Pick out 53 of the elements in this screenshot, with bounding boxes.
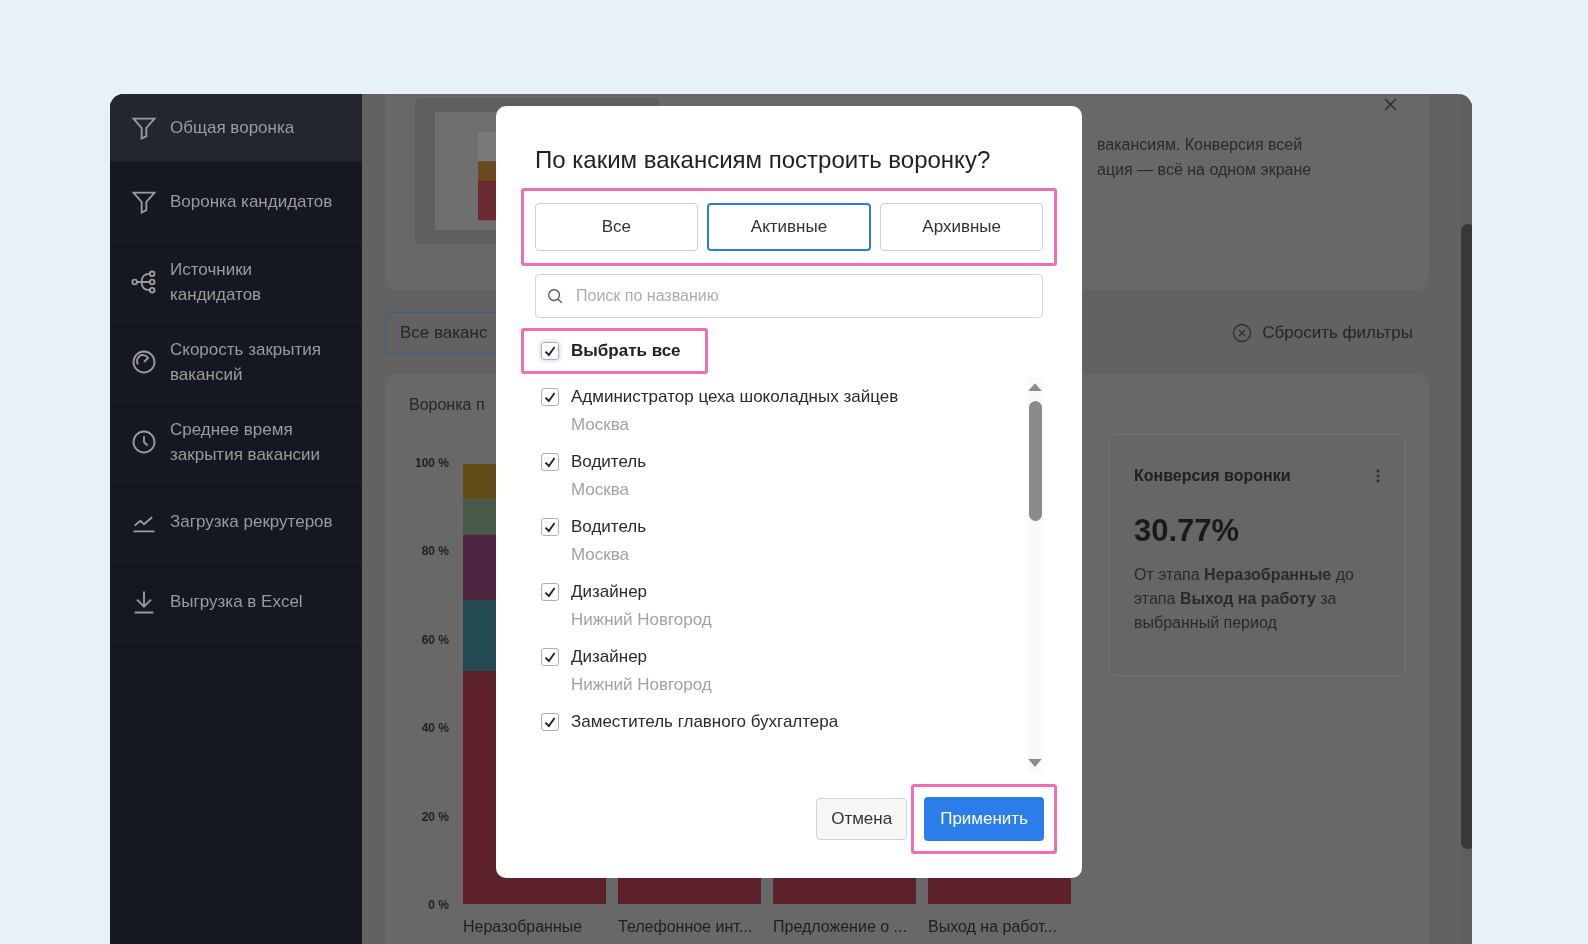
vacancy-title[interactable]: Водитель xyxy=(571,451,647,473)
checkbox[interactable] xyxy=(541,518,559,536)
sidebar-item[interactable]: Загрузка рекрутеров xyxy=(110,482,362,562)
card-title: Конверсия воронки xyxy=(1134,467,1291,485)
vacancy-title[interactable]: Администратор цеха шоколадных зайцев xyxy=(571,386,899,408)
chart-title: Воронка п xyxy=(409,396,485,415)
category-label: Выход на работ... xyxy=(928,918,1058,936)
checkbox[interactable] xyxy=(541,583,559,601)
checkbox[interactable] xyxy=(541,342,559,360)
category-label: Предложение о ... xyxy=(773,918,908,936)
sidebar-item[interactable]: Воронка кандидатов xyxy=(110,162,362,242)
conversion-value: 30.77% xyxy=(1134,513,1241,549)
checkbox[interactable] xyxy=(541,453,559,471)
vacancy-city: Москва xyxy=(571,414,631,436)
sidebar-item[interactable]: Скорость закрытия вакансий xyxy=(110,322,362,402)
close-icon[interactable] xyxy=(1384,98,1397,111)
filter-tab[interactable]: Все xyxy=(535,203,698,251)
select-all-label[interactable]: Выбрать все xyxy=(571,341,681,361)
axis-tick-label: 100 % xyxy=(414,456,449,470)
vacancy-title[interactable]: Водитель xyxy=(571,516,647,538)
filter-tab[interactable]: Архивные xyxy=(880,203,1043,251)
search-field[interactable]: Поиск по названию xyxy=(535,274,1043,318)
axis-tick-label: 40 % xyxy=(421,721,449,736)
vacancy-title[interactable]: Дизайнер xyxy=(571,581,712,603)
scroll-down-icon[interactable] xyxy=(1028,759,1042,768)
filter-tab[interactable]: Активные xyxy=(706,203,872,251)
sidebar-item[interactable]: Выгрузка в Excel xyxy=(110,562,362,642)
sidebar-item[interactable]: Среднее время закрытия вакансии xyxy=(110,402,362,482)
category-label: Телефонное инт... xyxy=(618,918,754,936)
search-icon xyxy=(546,287,564,305)
checkbox[interactable] xyxy=(541,713,559,731)
checkbox[interactable] xyxy=(541,388,559,406)
checkbox[interactable] xyxy=(541,648,559,666)
conversion-description: От этапа Неразобранные до этапа Выход на работу за выбранный период xyxy=(1134,565,1355,633)
axis-tick-label: 20 % xyxy=(421,809,449,824)
banner-text: ация — всё на одном экране xyxy=(1097,160,1312,180)
axis-tick-label: 60 % xyxy=(421,632,449,647)
vacancy-city: Нижний Новгород xyxy=(571,674,712,696)
vacancy-title[interactable]: Дизайнер xyxy=(571,646,712,668)
category-label: Неразобранные xyxy=(463,918,584,936)
sidebar-item[interactable]: Общая воронка xyxy=(110,94,362,162)
apply-button[interactable]: Применить xyxy=(924,797,1044,841)
banner-text: вакансиям. Конверсия всей xyxy=(1097,135,1304,155)
axis-tick-label: 80 % xyxy=(421,544,449,559)
vacancy-city: Москва xyxy=(571,544,631,566)
cancel-button[interactable]: Отмена xyxy=(816,798,908,840)
scroll-up-icon[interactable] xyxy=(1028,382,1042,391)
dialog-title: По каким вакансиям построить воронку? xyxy=(535,146,992,174)
vacancy-city: Москва xyxy=(571,479,631,501)
sidebar-item[interactable]: Источники кандидатов xyxy=(110,242,362,322)
axis-tick-label: 0 % xyxy=(428,897,449,912)
vacancy-city: Нижний Новгород xyxy=(571,609,712,631)
vacancy-title[interactable]: Заместитель главного бухгалтера xyxy=(571,711,839,733)
